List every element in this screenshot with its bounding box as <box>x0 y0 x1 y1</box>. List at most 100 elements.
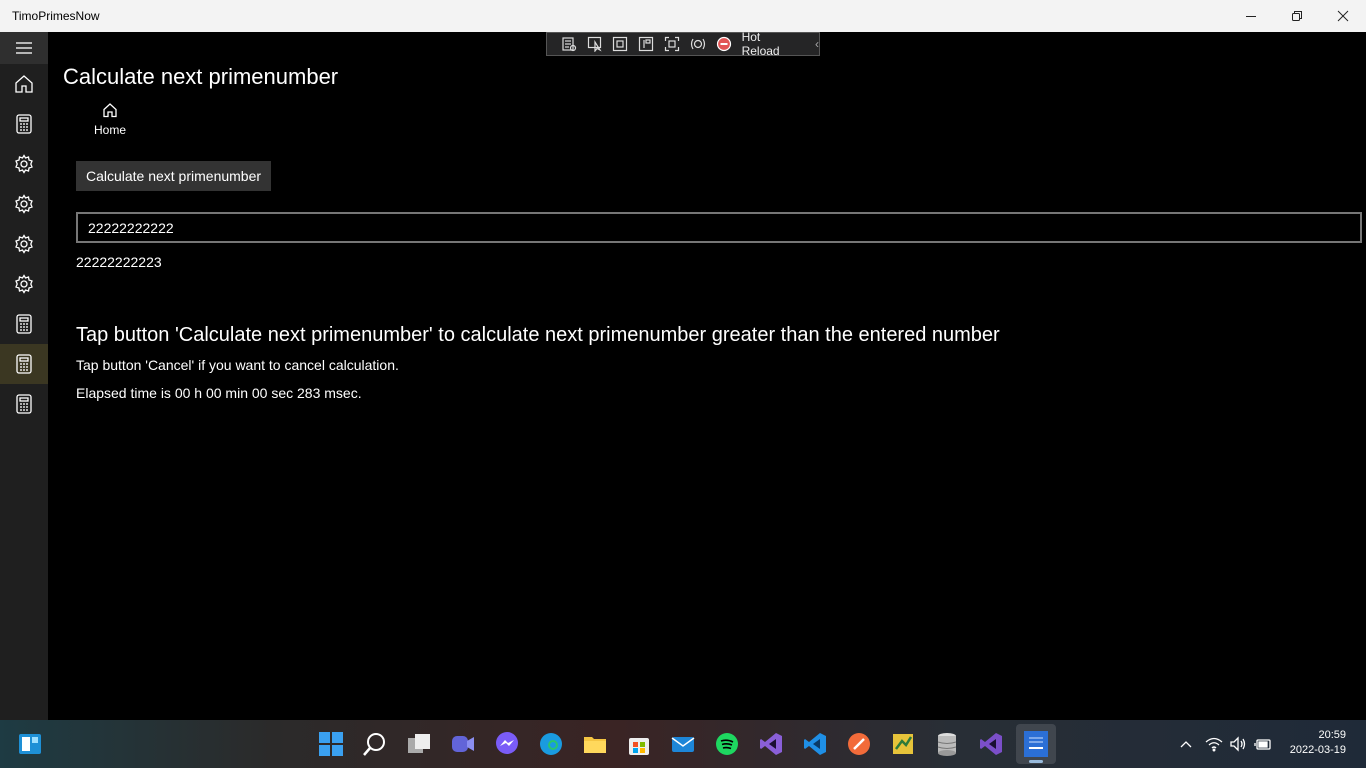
track-focused-element-button[interactable] <box>636 35 656 53</box>
file-explorer-icon <box>584 737 606 753</box>
home-button[interactable]: Home <box>86 102 134 137</box>
nav-item-settings-2[interactable] <box>0 184 48 224</box>
mail-button[interactable] <box>667 728 699 760</box>
gear-icon <box>15 194 33 214</box>
battery-icon <box>1254 739 1271 750</box>
edge-icon <box>540 733 562 755</box>
binding-icon <box>690 38 705 50</box>
show-hidden-icons-button[interactable] <box>1178 720 1194 768</box>
wifi-icon <box>1205 737 1223 752</box>
nav-item-settings-4[interactable] <box>0 264 48 304</box>
track-focus-icon <box>639 36 654 52</box>
volume-status[interactable] <box>1229 720 1247 768</box>
nav-item-settings-1[interactable] <box>0 144 48 184</box>
visual-studio-icon <box>760 733 782 755</box>
vscode-button[interactable] <box>799 728 831 760</box>
calculator-icon <box>16 114 32 134</box>
scan-icon <box>664 36 680 52</box>
instruction-heading: Tap button 'Calculate next primenumber' … <box>76 324 1000 346</box>
widgets-button[interactable] <box>14 728 46 760</box>
menu-icon <box>16 42 32 54</box>
postman-button[interactable] <box>843 728 875 760</box>
system-clock[interactable]: 20:59 2022-03-19 <box>1276 728 1356 758</box>
database-icon <box>937 733 957 756</box>
select-element-icon <box>587 36 602 52</box>
result-text: 22222222223 <box>76 254 162 270</box>
visual-tree-icon <box>562 37 576 52</box>
home-label: Home <box>93 123 126 137</box>
visual-studio-preview-button[interactable] <box>975 728 1007 760</box>
vscode-icon <box>804 733 826 755</box>
close-button[interactable] <box>1320 0 1366 32</box>
search-icon <box>363 733 385 756</box>
toggle-scan-button[interactable] <box>662 35 682 53</box>
postman-icon <box>848 733 870 755</box>
spotify-button[interactable] <box>711 728 743 760</box>
active-app-indicator <box>1029 760 1043 763</box>
calculator-icon <box>16 354 32 374</box>
teams-icon <box>452 736 474 752</box>
layout-adorner-icon <box>613 36 628 52</box>
stop-icon <box>716 36 731 52</box>
clock-date: 2022-03-19 <box>1289 744 1346 756</box>
nav-item-home[interactable] <box>0 64 48 104</box>
database-button[interactable] <box>931 728 963 760</box>
gear-icon <box>15 234 33 254</box>
messenger-icon <box>496 732 518 754</box>
gear-icon <box>15 274 33 294</box>
restore-icon <box>1292 11 1302 21</box>
search-button[interactable] <box>359 728 391 760</box>
start-icon <box>319 732 343 756</box>
spotify-icon <box>716 733 738 755</box>
nav-item-calculator-4[interactable] <box>0 384 48 424</box>
timoprimesnow-taskbar-button[interactable] <box>1016 724 1056 764</box>
visual-studio-button[interactable] <box>755 728 787 760</box>
widgets-icon <box>19 734 41 754</box>
home-icon <box>15 75 33 93</box>
mail-icon <box>671 737 695 752</box>
visual-studio-preview-icon <box>980 733 1002 755</box>
battery-status[interactable] <box>1254 720 1272 768</box>
select-element-button[interactable] <box>585 35 605 53</box>
nav-item-calculator-next-prime[interactable] <box>0 344 48 384</box>
nav-item-calculator-1[interactable] <box>0 104 48 144</box>
hot-reload-stop-button[interactable] <box>714 35 734 53</box>
teams-button[interactable] <box>447 728 479 760</box>
display-layout-adorners-button[interactable] <box>611 35 631 53</box>
elapsed-time: Elapsed time is 00 h 00 min 00 sec 283 m… <box>76 385 362 401</box>
hot-reload-label: Hot Reload <box>741 30 780 58</box>
microsoft-store-button[interactable] <box>623 728 655 760</box>
xaml-debug-toolbar: Hot Reload ‹ <box>546 30 820 58</box>
collapse-toolbar-button[interactable]: ‹ <box>815 37 819 51</box>
calculate-next-primenumber-button[interactable]: Calculate next primenumber <box>76 161 271 191</box>
minimize-icon <box>1246 16 1256 17</box>
speaker-icon <box>1230 736 1246 752</box>
window-title: TimoPrimesNow <box>12 9 100 23</box>
number-input[interactable] <box>76 212 1362 243</box>
cancel-instruction: Tap button 'Cancel' if you want to cance… <box>76 357 399 373</box>
gear-icon <box>15 154 33 174</box>
restore-button[interactable] <box>1274 0 1320 32</box>
dependency-icon <box>893 734 913 754</box>
chevron-up-icon <box>1180 741 1192 748</box>
messenger-button[interactable] <box>491 728 523 760</box>
live-visual-tree-button[interactable] <box>559 35 579 53</box>
dependency-tool-button[interactable] <box>887 728 919 760</box>
start-button[interactable] <box>315 728 347 760</box>
page-title: Calculate next primenumber <box>63 64 339 89</box>
store-icon <box>629 738 649 755</box>
task-view-button[interactable] <box>403 728 435 760</box>
title-bar: TimoPrimesNow <box>0 0 1366 32</box>
edge-button[interactable] <box>535 728 567 760</box>
navigation-pane <box>0 32 48 720</box>
clock-time: 20:59 <box>1318 729 1346 741</box>
minimize-button[interactable] <box>1228 0 1274 32</box>
file-explorer-button[interactable] <box>579 728 611 760</box>
nav-item-calculator-2[interactable] <box>0 304 48 344</box>
calculator-icon <box>16 394 32 414</box>
home-icon <box>103 103 117 118</box>
nav-item-settings-3[interactable] <box>0 224 48 264</box>
wifi-status[interactable] <box>1205 720 1223 768</box>
binding-failures-button[interactable] <box>688 35 708 53</box>
menu-button[interactable] <box>0 32 48 64</box>
